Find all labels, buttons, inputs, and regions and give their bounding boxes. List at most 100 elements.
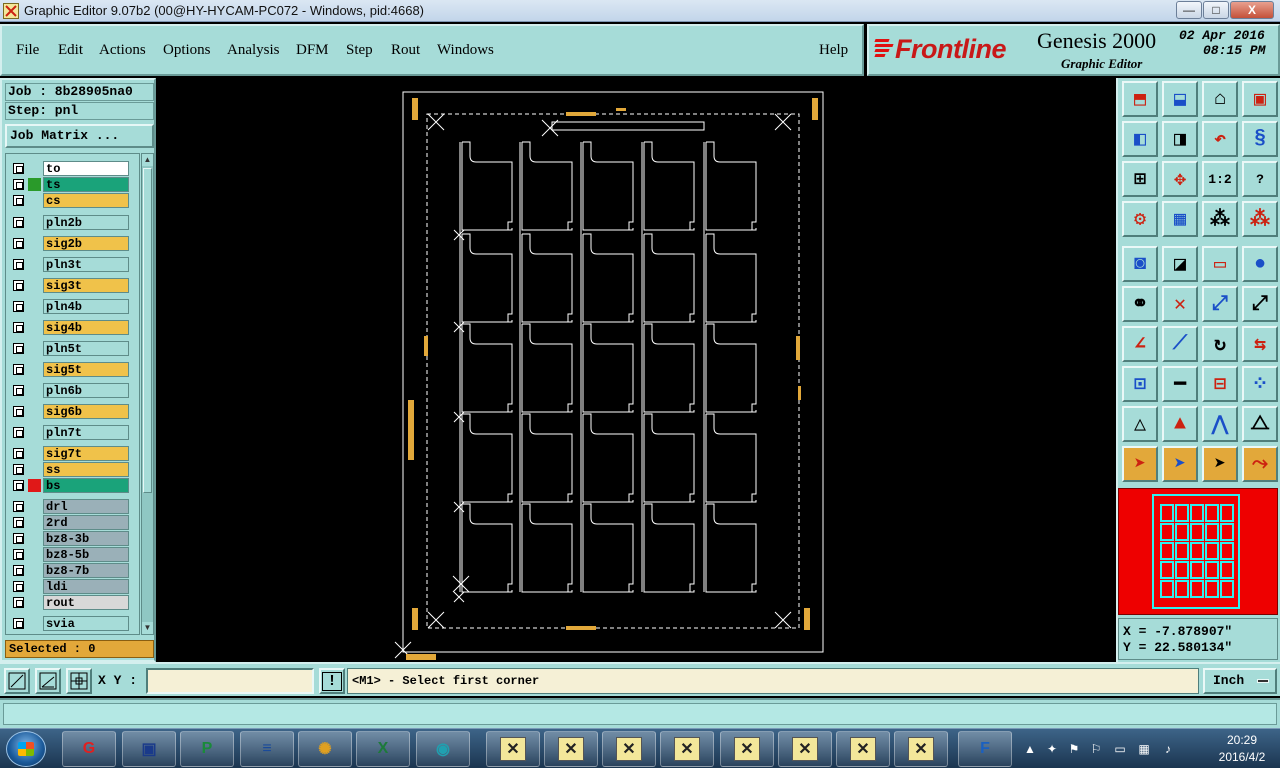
layer-color-swatch[interactable] bbox=[28, 237, 41, 250]
menu-file[interactable]: File bbox=[16, 42, 39, 59]
tool-button[interactable]: ∠ bbox=[1122, 326, 1158, 362]
layer-checkbox[interactable] bbox=[13, 597, 24, 608]
layer-color-swatch[interactable] bbox=[28, 564, 41, 577]
layer-color-swatch[interactable] bbox=[28, 426, 41, 439]
tool-button[interactable]: ➤ bbox=[1202, 446, 1238, 482]
taskbar-app[interactable]: ✕ bbox=[894, 731, 948, 767]
panel-drawing[interactable] bbox=[156, 78, 1116, 662]
tool-button[interactable]: ✥ bbox=[1162, 161, 1198, 197]
layer-row[interactable]: ss bbox=[8, 462, 129, 477]
xy-input[interactable] bbox=[146, 668, 314, 694]
layer-row[interactable]: cs bbox=[8, 193, 129, 208]
tool-button[interactable]: ⚭ bbox=[1122, 286, 1158, 322]
layer-name[interactable]: pln2b bbox=[43, 215, 129, 230]
layer-name[interactable]: bz8-7b bbox=[43, 563, 129, 578]
layer-name[interactable]: sig5t bbox=[43, 362, 129, 377]
layer-checkbox[interactable] bbox=[13, 163, 24, 174]
menu-windows[interactable]: Windows bbox=[437, 42, 494, 59]
menu-dfm[interactable]: DFM bbox=[296, 42, 329, 59]
taskbar-app[interactable]: G bbox=[62, 731, 116, 767]
tool-button[interactable]: ↶ bbox=[1202, 121, 1238, 157]
layer-name[interactable]: sig6b bbox=[43, 404, 129, 419]
layer-name[interactable]: ts bbox=[43, 177, 129, 192]
tool-button[interactable]: ⁘ bbox=[1242, 366, 1278, 402]
layer-name[interactable]: pln7t bbox=[43, 425, 129, 440]
tool-button[interactable]: § bbox=[1242, 121, 1278, 157]
clock-time[interactable]: 20:29 bbox=[1212, 733, 1272, 747]
network-tray-icon[interactable]: ▲ bbox=[1022, 741, 1038, 757]
tool-button[interactable]: 1:2 bbox=[1202, 161, 1238, 197]
tool-button[interactable]: ⚙ bbox=[1122, 201, 1158, 237]
layer-row[interactable]: ts bbox=[8, 177, 129, 192]
taskbar-app[interactable]: ✕ bbox=[720, 731, 774, 767]
menu-edit[interactable]: Edit bbox=[58, 42, 83, 59]
layer-checkbox[interactable] bbox=[13, 322, 24, 333]
layer-checkbox[interactable] bbox=[13, 217, 24, 228]
layer-checkbox[interactable] bbox=[13, 480, 24, 491]
tool-button[interactable]: ➤ bbox=[1162, 446, 1198, 482]
layer-checkbox[interactable] bbox=[13, 280, 24, 291]
tool-button[interactable]: △ bbox=[1122, 406, 1158, 442]
layer-color-swatch[interactable] bbox=[28, 258, 41, 271]
network-status-icon[interactable]: ▦ bbox=[1136, 741, 1152, 757]
layer-name[interactable]: bz8-5b bbox=[43, 547, 129, 562]
layer-color-swatch[interactable] bbox=[28, 548, 41, 561]
layer-row[interactable]: bz8-5b bbox=[8, 547, 129, 562]
tool-button[interactable]: ▦ bbox=[1162, 201, 1198, 237]
menu-options[interactable]: Options bbox=[163, 42, 211, 59]
layer-row[interactable]: pln2b bbox=[8, 215, 129, 230]
tool-button[interactable]: ⇆ bbox=[1242, 326, 1278, 362]
layer-color-swatch[interactable] bbox=[28, 405, 41, 418]
layer-name[interactable]: rout bbox=[43, 595, 129, 610]
tool-button[interactable]: ⤢ bbox=[1202, 286, 1238, 322]
layer-checkbox[interactable] bbox=[13, 549, 24, 560]
tool-button[interactable]: ▭ bbox=[1202, 246, 1238, 282]
menu-help[interactable]: Help bbox=[819, 42, 848, 59]
taskbar-app[interactable]: ✕ bbox=[660, 731, 714, 767]
layer-color-swatch[interactable] bbox=[28, 178, 41, 191]
layer-checkbox[interactable] bbox=[13, 343, 24, 354]
layer-checkbox[interactable] bbox=[13, 195, 24, 206]
grid-mode-button[interactable] bbox=[66, 668, 92, 694]
overview-map[interactable] bbox=[1118, 488, 1278, 615]
layer-color-swatch[interactable] bbox=[28, 363, 41, 376]
graphic-canvas[interactable] bbox=[156, 78, 1116, 662]
layer-color-swatch[interactable] bbox=[28, 300, 41, 313]
layer-name[interactable]: pln3t bbox=[43, 257, 129, 272]
layer-checkbox[interactable] bbox=[13, 301, 24, 312]
layer-color-swatch[interactable] bbox=[28, 532, 41, 545]
layer-color-swatch[interactable] bbox=[28, 162, 41, 175]
layer-row[interactable]: 2rd bbox=[8, 515, 129, 530]
layer-color-swatch[interactable] bbox=[28, 194, 41, 207]
layer-name[interactable]: ldi bbox=[43, 579, 129, 594]
scroll-thumb[interactable] bbox=[143, 168, 152, 493]
layer-color-swatch[interactable] bbox=[28, 463, 41, 476]
layer-checkbox[interactable] bbox=[13, 385, 24, 396]
layer-name[interactable]: sig4b bbox=[43, 320, 129, 335]
layer-color-swatch[interactable] bbox=[28, 279, 41, 292]
unit-selector[interactable]: Inch bbox=[1203, 668, 1277, 694]
angle-mode-button[interactable] bbox=[35, 668, 61, 694]
warning-button[interactable]: ! bbox=[319, 668, 345, 694]
layer-color-swatch[interactable] bbox=[28, 384, 41, 397]
layer-row[interactable]: to bbox=[8, 161, 129, 176]
taskbar-app[interactable]: ✕ bbox=[836, 731, 890, 767]
layer-row[interactable]: drl bbox=[8, 499, 129, 514]
layer-color-swatch[interactable] bbox=[28, 447, 41, 460]
tool-button[interactable]: ⤳ bbox=[1242, 446, 1278, 482]
tool-button[interactable]: ◨ bbox=[1162, 121, 1198, 157]
app-tray-icon[interactable]: ✦ bbox=[1044, 741, 1060, 757]
maximize-button[interactable]: □ bbox=[1203, 1, 1229, 19]
tool-button[interactable]: ? bbox=[1242, 161, 1278, 197]
layer-checkbox[interactable] bbox=[13, 238, 24, 249]
snap-mode-button[interactable] bbox=[4, 668, 30, 694]
layer-row[interactable]: pln6b bbox=[8, 383, 129, 398]
layer-name[interactable]: sig3t bbox=[43, 278, 129, 293]
action-center-icon[interactable]: ⚐ bbox=[1088, 741, 1104, 757]
tool-button[interactable]: ● bbox=[1242, 246, 1278, 282]
layer-checkbox[interactable] bbox=[13, 427, 24, 438]
layer-row[interactable]: sig5t bbox=[8, 362, 129, 377]
layer-row[interactable]: pln5t bbox=[8, 341, 129, 356]
layer-row[interactable]: svia bbox=[8, 616, 129, 631]
layer-row[interactable]: pln7t bbox=[8, 425, 129, 440]
